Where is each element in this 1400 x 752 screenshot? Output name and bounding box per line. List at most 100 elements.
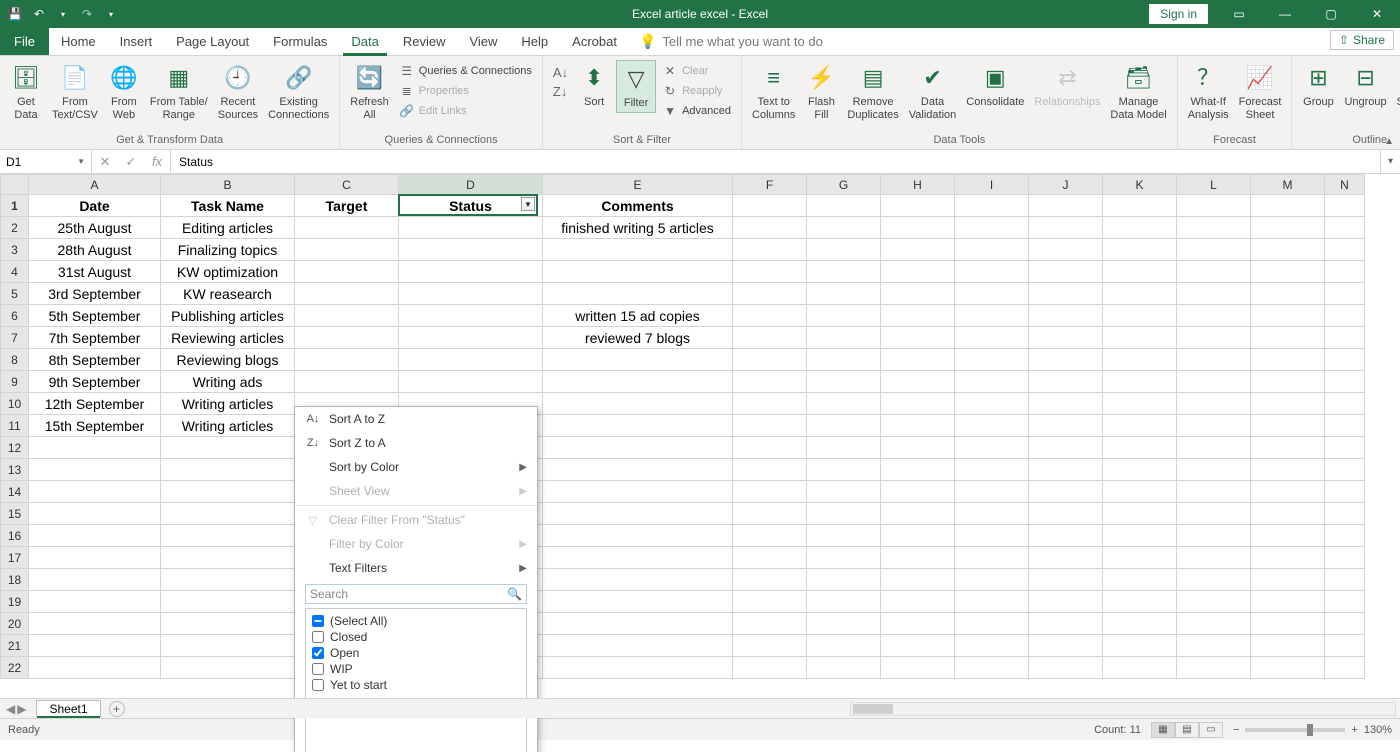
cell[interactable] [807, 349, 881, 371]
cell[interactable] [543, 371, 733, 393]
cell[interactable] [29, 657, 161, 679]
get-data-button[interactable]: 🗄Get Data [6, 60, 46, 123]
cell[interactable] [161, 613, 295, 635]
column-header-G[interactable]: G [807, 175, 881, 195]
cell[interactable] [881, 261, 955, 283]
cell[interactable] [881, 217, 955, 239]
cell[interactable] [1177, 657, 1251, 679]
sort-button[interactable]: ⬍Sort [574, 60, 614, 111]
cell[interactable]: Editing articles [161, 217, 295, 239]
cell[interactable] [733, 349, 807, 371]
cell[interactable] [955, 371, 1029, 393]
cell[interactable] [881, 283, 955, 305]
row-header[interactable]: 5 [1, 283, 29, 305]
cell[interactable] [1251, 459, 1325, 481]
cell[interactable] [807, 437, 881, 459]
cell[interactable] [807, 459, 881, 481]
cell[interactable] [1103, 437, 1177, 459]
reapply-button[interactable]: ↻Reapply [658, 82, 735, 100]
text-to-columns-button[interactable]: ≡Text to Columns [748, 60, 799, 123]
cell[interactable] [1029, 305, 1103, 327]
worksheet-grid[interactable]: ABCDEFGHIJKLMN1DateTask NameTargetStatus… [0, 174, 1400, 698]
whatif-button[interactable]: ？What-If Analysis [1184, 60, 1233, 123]
cell[interactable] [1029, 591, 1103, 613]
cell[interactable] [543, 525, 733, 547]
cell[interactable] [1103, 569, 1177, 591]
column-header-H[interactable]: H [881, 175, 955, 195]
cell[interactable] [1103, 481, 1177, 503]
cell[interactable] [807, 503, 881, 525]
cell[interactable] [733, 261, 807, 283]
cell[interactable] [1103, 217, 1177, 239]
cell[interactable] [295, 305, 399, 327]
cell[interactable]: reviewed 7 blogs [543, 327, 733, 349]
cell[interactable] [955, 591, 1029, 613]
cell[interactable] [1251, 415, 1325, 437]
cell[interactable] [807, 217, 881, 239]
cell[interactable] [1103, 195, 1177, 217]
cell[interactable]: Publishing articles [161, 305, 295, 327]
cell[interactable]: Task Name [161, 195, 295, 217]
cell[interactable] [733, 305, 807, 327]
filter-checkbox[interactable] [312, 679, 324, 691]
tab-view[interactable]: View [457, 28, 509, 55]
filter-checkbox[interactable] [312, 631, 324, 643]
cell[interactable] [955, 239, 1029, 261]
cell[interactable] [733, 503, 807, 525]
cell[interactable] [733, 283, 807, 305]
cell[interactable] [733, 437, 807, 459]
data-validation-button[interactable]: ✔Data Validation [905, 60, 961, 123]
cell[interactable] [1103, 261, 1177, 283]
fx-icon[interactable]: fx [144, 154, 170, 169]
cell[interactable] [881, 503, 955, 525]
cell[interactable] [1325, 613, 1365, 635]
cell[interactable] [1251, 613, 1325, 635]
ungroup-button[interactable]: ⊟Ungroup [1340, 60, 1390, 111]
normal-view-icon[interactable]: ▦ [1151, 722, 1175, 738]
cell[interactable] [29, 547, 161, 569]
cell[interactable] [161, 635, 295, 657]
cell[interactable] [881, 547, 955, 569]
row-header[interactable]: 4 [1, 261, 29, 283]
cell[interactable]: Date [29, 195, 161, 217]
from-table-button[interactable]: ▦From Table/ Range [146, 60, 212, 123]
row-header[interactable]: 2 [1, 217, 29, 239]
cell[interactable] [881, 635, 955, 657]
cell[interactable] [399, 283, 543, 305]
cell[interactable] [161, 569, 295, 591]
cell[interactable] [1103, 591, 1177, 613]
cell[interactable] [881, 459, 955, 481]
redo-icon[interactable]: ↷ [76, 3, 98, 25]
cell[interactable] [881, 371, 955, 393]
cell[interactable] [1325, 415, 1365, 437]
cell[interactable] [807, 283, 881, 305]
cell[interactable] [1251, 481, 1325, 503]
cell[interactable] [955, 261, 1029, 283]
cell[interactable] [955, 305, 1029, 327]
cell[interactable] [807, 569, 881, 591]
cell[interactable]: KW optimization [161, 261, 295, 283]
cell[interactable] [955, 217, 1029, 239]
cell[interactable] [1325, 371, 1365, 393]
signin-button[interactable]: Sign in [1149, 4, 1208, 24]
cell[interactable] [1103, 657, 1177, 679]
cell[interactable] [881, 305, 955, 327]
cell[interactable] [955, 613, 1029, 635]
cell[interactable] [1029, 415, 1103, 437]
horizontal-scrollbar[interactable] [850, 702, 1396, 716]
recent-sources-button[interactable]: 🕘Recent Sources [214, 60, 262, 123]
cell[interactable] [881, 393, 955, 415]
cell[interactable] [1251, 217, 1325, 239]
cell[interactable] [807, 195, 881, 217]
cell[interactable] [543, 591, 733, 613]
cell[interactable] [399, 327, 543, 349]
cell[interactable] [1177, 459, 1251, 481]
cell[interactable] [1029, 327, 1103, 349]
cell[interactable] [807, 371, 881, 393]
cell[interactable] [1029, 349, 1103, 371]
cell[interactable] [1029, 525, 1103, 547]
cell[interactable] [161, 525, 295, 547]
cell[interactable] [1103, 239, 1177, 261]
cell[interactable] [1029, 657, 1103, 679]
cell[interactable] [733, 239, 807, 261]
